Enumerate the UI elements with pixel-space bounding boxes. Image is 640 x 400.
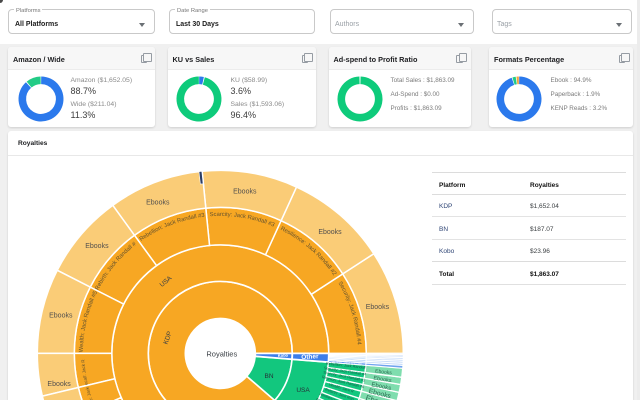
svg-text:BN: BN <box>264 373 273 380</box>
svg-text:Royalties: Royalties <box>206 349 237 358</box>
svg-text:Ebooks: Ebooks <box>47 381 71 388</box>
svg-text:Ebooks: Ebooks <box>146 199 170 206</box>
svg-text:Ebooks: Ebooks <box>233 189 257 196</box>
svg-text:Ebooks: Ebooks <box>49 313 73 320</box>
svg-text:USA: USA <box>296 387 310 394</box>
svg-text:Kobo: Kobo <box>278 353 289 358</box>
svg-text:Ebooks: Ebooks <box>318 229 342 236</box>
svg-text:Ebooks: Ebooks <box>85 243 109 250</box>
svg-text:Ebooks: Ebooks <box>366 304 390 311</box>
svg-text:Other: Other <box>301 353 319 361</box>
